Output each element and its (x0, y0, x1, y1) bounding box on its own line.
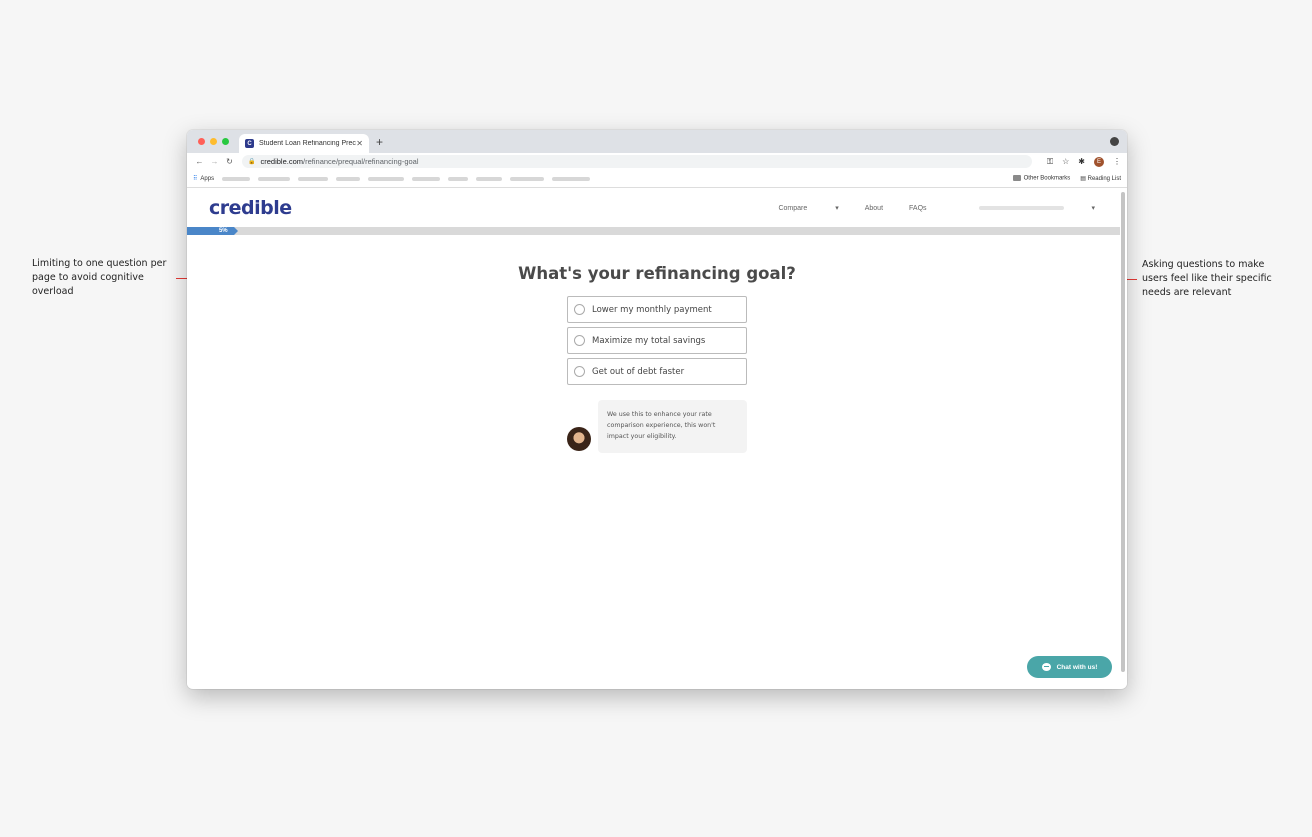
bookmark-item[interactable] (448, 176, 469, 181)
reading-list[interactable]: ▤ Reading List (1080, 175, 1121, 182)
bookmark-item[interactable] (258, 176, 291, 181)
reload-icon[interactable]: ↻ (223, 157, 236, 166)
close-window-button[interactable] (198, 138, 205, 145)
option-label: Lower my monthly payment (592, 304, 712, 315)
advisor-avatar (567, 427, 591, 451)
caret-down-icon: ▾ (835, 205, 839, 212)
bookmark-item[interactable] (552, 176, 591, 181)
page-content: credible Compare ▾ About FAQs ▾ 5% What'… (187, 188, 1127, 688)
scrollbar[interactable] (1121, 192, 1125, 672)
tab-search-icon[interactable] (1110, 137, 1119, 146)
apps-label: Apps (200, 175, 215, 182)
favicon-icon: C (245, 139, 254, 148)
radio-icon[interactable] (574, 335, 585, 346)
page-title: What's your refinancing goal? (518, 264, 796, 283)
bookmark-item[interactable] (510, 176, 545, 181)
progress-tip (233, 227, 238, 235)
helper-message: We use this to enhance your rate compari… (567, 400, 747, 455)
radio-icon[interactable] (574, 366, 585, 377)
apps-bookmark[interactable]: ⠿ Apps (193, 175, 215, 183)
forward-icon[interactable]: → (208, 157, 221, 166)
bookmark-item[interactable] (222, 176, 251, 181)
nav-faqs[interactable]: FAQs (909, 205, 927, 212)
user-menu[interactable]: ▾ (953, 204, 1095, 212)
site-logo[interactable]: credible (209, 197, 292, 219)
nav-compare-label: Compare (778, 205, 808, 212)
new-tab-icon[interactable]: + (376, 135, 383, 149)
progress-bar: 5% (187, 227, 1120, 235)
bookmarks-bar: ⠿ Apps Other Bookmarks ▤ Reading List (187, 170, 1127, 188)
back-icon[interactable]: ← (193, 157, 206, 166)
browser-window: C Student Loan Refinancing Prec ✕ + ← → … (187, 130, 1127, 689)
apps-grid-icon: ⠿ (193, 176, 198, 182)
tab-title: Student Loan Refinancing Prec (259, 140, 356, 147)
browser-tab[interactable]: C Student Loan Refinancing Prec ✕ (239, 134, 369, 153)
browser-toolbar: ← → ↻ 🔒 credible.com /refinance/prequal/… (187, 153, 1127, 170)
star-icon[interactable]: ☆ (1062, 157, 1069, 166)
option-maximize-savings[interactable]: Maximize my total savings (567, 327, 747, 354)
nav-compare[interactable]: Compare ▾ (752, 204, 838, 212)
address-bar[interactable]: 🔒 credible.com /refinance/prequal/refina… (242, 155, 1032, 168)
key-icon[interactable]: ⚿ (1047, 157, 1053, 167)
url-host: credible.com (260, 157, 304, 166)
goal-options: Lower my monthly payment Maximize my tot… (567, 296, 747, 389)
close-tab-icon[interactable]: ✕ (356, 139, 363, 148)
profile-avatar[interactable]: E (1094, 156, 1104, 167)
url-path: /refinance/prequal/refinancing-goal (303, 157, 419, 166)
radio-icon[interactable] (574, 304, 585, 315)
folder-icon (1012, 175, 1021, 182)
chat-button-label: Chat with us! (1056, 663, 1098, 671)
bookmark-item[interactable] (336, 176, 361, 181)
user-email-blurred (978, 206, 1064, 211)
reading-list-icon: ▤ (1080, 176, 1088, 182)
option-label: Maximize my total savings (592, 335, 706, 346)
site-header: credible Compare ▾ About FAQs ▾ (187, 188, 1127, 228)
option-lower-monthly-payment[interactable]: Lower my monthly payment (567, 296, 747, 323)
nav-about[interactable]: About (865, 205, 883, 212)
annotation-right: Asking questions to make users feel like… (1142, 259, 1272, 298)
caret-down-icon: ▾ (1091, 205, 1095, 212)
chat-button[interactable]: Chat with us! (1027, 656, 1112, 678)
bookmark-item[interactable] (368, 176, 405, 181)
lock-icon: 🔒 (248, 159, 256, 165)
progress-fill: 5% (187, 227, 234, 235)
bookmark-item[interactable] (412, 176, 441, 181)
option-label: Get out of debt faster (592, 366, 685, 377)
reading-list-label: Reading List (1087, 176, 1121, 182)
annotation-left: Limiting to one question per page to avo… (32, 258, 167, 297)
minimize-window-button[interactable] (210, 138, 217, 145)
chat-bubble-icon (1041, 663, 1051, 671)
bookmark-item[interactable] (298, 176, 329, 181)
bookmark-item[interactable] (476, 176, 503, 181)
site-nav: Compare ▾ About FAQs ▾ (726, 204, 1105, 213)
extensions-icon[interactable]: ✱ (1078, 157, 1085, 166)
helper-bubble: We use this to enhance your rate compari… (598, 400, 747, 453)
menu-icon[interactable]: ⋮ (1113, 157, 1121, 166)
progress-label: 5% (218, 228, 228, 234)
tab-strip: C Student Loan Refinancing Prec ✕ + (187, 130, 1127, 153)
other-bookmarks[interactable]: Other Bookmarks (1012, 175, 1071, 182)
option-get-out-of-debt[interactable]: Get out of debt faster (567, 358, 747, 385)
other-bookmarks-label: Other Bookmarks (1023, 175, 1071, 182)
maximize-window-button[interactable] (222, 138, 229, 145)
